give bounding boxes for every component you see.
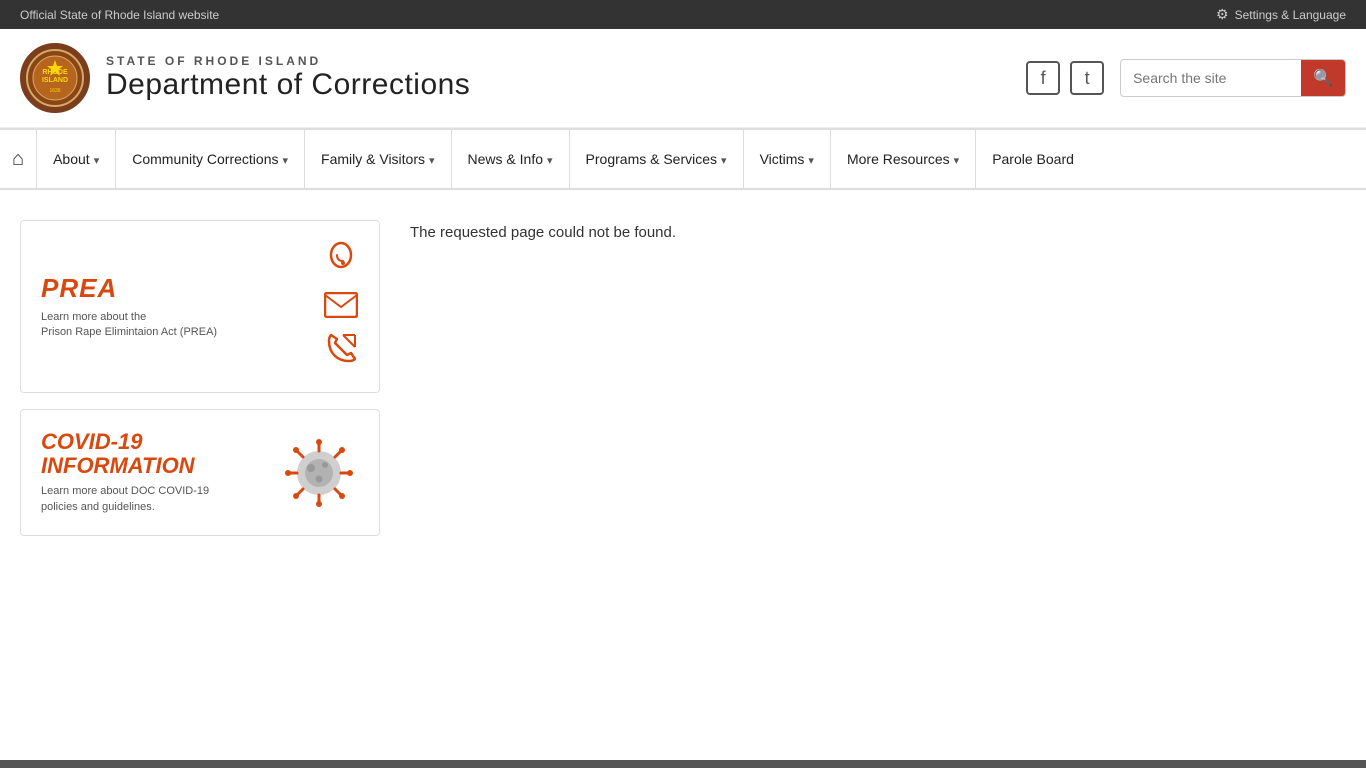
nav-community-corrections[interactable]: Community Corrections ▾ [116,130,305,188]
community-corrections-chevron-icon: ▾ [282,154,288,167]
main-nav: ⌂ About ▾ Community Corrections ▾ Family… [0,128,1366,190]
settings-language[interactable]: ⚙ Settings & Language [1216,6,1346,23]
gear-icon: ⚙ [1216,6,1229,23]
facebook-icon: f [1041,68,1046,89]
covid-icon-block [279,433,359,513]
nav-news-info-label: News & Info [468,151,543,167]
phone-icon [325,333,357,372]
victims-chevron-icon: ▾ [808,154,814,167]
home-icon: ⌂ [12,148,24,171]
news-info-chevron-icon: ▾ [547,154,553,167]
nav-parole-board[interactable]: Parole Board [976,130,1090,188]
content-area: The requested page could not be found. [380,220,1346,536]
footer-bar [0,760,1366,768]
nav-family-visitors[interactable]: Family & Visitors ▾ [305,130,452,188]
header-branding: RHODE ISLAND 1636 STATE OF RHODE ISLAND … [20,43,470,113]
about-chevron-icon: ▾ [94,154,100,167]
nav-about[interactable]: About ▾ [37,130,116,188]
site-header: RHODE ISLAND 1636 STATE OF RHODE ISLAND … [0,29,1366,128]
more-resources-chevron-icon: ▾ [954,154,960,167]
nav-community-corrections-label: Community Corrections [132,151,278,167]
nav-victims-label: Victims [760,151,805,167]
header-right: f t 🔍 [1026,59,1346,97]
virus-icon [279,433,359,513]
official-text: Official State of Rhode Island website [20,8,219,22]
main-content: PREA Learn more about thePrison Rape Eli… [0,190,1366,566]
ear-icon [323,241,359,284]
prea-title: PREA [41,273,307,304]
search-button[interactable]: 🔍 [1301,60,1345,96]
svg-text:ISLAND: ISLAND [42,77,68,84]
covid-card[interactable]: COVID-19 INFORMATION Learn more about DO… [20,409,380,536]
twitter-link[interactable]: t [1070,61,1104,95]
nav-parole-board-label: Parole Board [992,151,1074,167]
facebook-link[interactable]: f [1026,61,1060,95]
nav-family-visitors-label: Family & Visitors [321,151,425,167]
state-label: STATE OF RHODE ISLAND [106,54,470,68]
nav-home[interactable]: ⌂ [0,130,37,188]
covid-subtitle: Learn more about DOC COVID-19policies an… [41,484,263,515]
twitter-icon: t [1085,68,1090,89]
prea-card[interactable]: PREA Learn more about thePrison Rape Eli… [20,220,380,393]
prea-icons [323,241,359,372]
prea-subtitle: Learn more about thePrison Rape Eliminta… [41,310,307,341]
error-message: The requested page could not be found. [410,224,1316,241]
nav-more-resources[interactable]: More Resources ▾ [831,130,976,188]
nav-programs-services[interactable]: Programs & Services ▾ [570,130,744,188]
sidebar: PREA Learn more about thePrison Rape Eli… [20,220,380,536]
nav-news-info[interactable]: News & Info ▾ [452,130,570,188]
covid-card-inner: COVID-19 INFORMATION Learn more about DO… [21,410,379,535]
social-icons: f t [1026,61,1104,95]
settings-label: Settings & Language [1235,8,1346,22]
nav-about-label: About [53,151,90,167]
dept-title: Department of Corrections [106,68,470,102]
search-bar: 🔍 [1120,59,1346,97]
state-seal-logo[interactable]: RHODE ISLAND 1636 [20,43,90,113]
svg-text:1636: 1636 [49,88,60,94]
covid-title: COVID-19 INFORMATION [41,430,263,478]
mail-icon [324,292,358,325]
family-visitors-chevron-icon: ▾ [429,154,435,167]
covid-text-block: COVID-19 INFORMATION Learn more about DO… [41,430,263,515]
prea-card-inner: PREA Learn more about thePrison Rape Eli… [21,221,379,392]
nav-victims[interactable]: Victims ▾ [744,130,831,188]
nav-more-resources-label: More Resources [847,151,950,167]
nav-programs-services-label: Programs & Services [586,151,717,167]
prea-text-block: PREA Learn more about thePrison Rape Eli… [41,273,307,341]
header-title-block: STATE OF RHODE ISLAND Department of Corr… [106,54,470,102]
programs-services-chevron-icon: ▾ [721,154,727,167]
top-bar: Official State of Rhode Island website ⚙… [0,0,1366,29]
search-input[interactable] [1121,62,1301,94]
